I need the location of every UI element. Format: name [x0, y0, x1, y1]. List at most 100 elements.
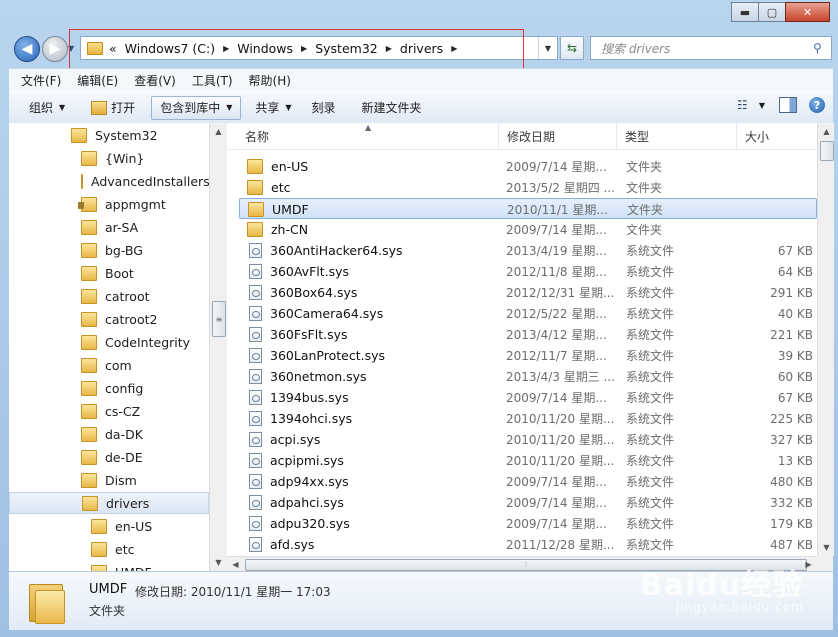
- tree-item[interactable]: de-DE: [9, 446, 209, 468]
- file-name: acpi.sys: [270, 432, 321, 447]
- system-file-icon: [249, 306, 262, 321]
- file-row[interactable]: 360Camera64.sys 2012/5/22 星期... 系统文件 40 KB: [239, 303, 817, 324]
- scrollbar-thumb[interactable]: [820, 141, 834, 161]
- burn-label: 刻录: [311, 101, 336, 115]
- large-folder-icon: [29, 580, 65, 624]
- tree-item[interactable]: drivers: [9, 492, 209, 514]
- file-date-cell: 2010/11/20 星期...: [506, 454, 615, 468]
- open-label: 打开: [111, 101, 136, 115]
- column-header-size[interactable]: 大小: [737, 123, 817, 149]
- file-row[interactable]: acpi.sys 2010/11/20 星期... 系统文件 327 KB: [239, 429, 817, 450]
- file-type-cell: 系统文件: [626, 244, 675, 258]
- refresh-button[interactable]: ⇆: [560, 36, 584, 60]
- column-header-date[interactable]: 修改日期: [499, 123, 617, 149]
- search-icon[interactable]: ⚲: [813, 41, 831, 55]
- back-button[interactable]: ◀: [14, 36, 40, 62]
- scroll-down-arrow-icon[interactable]: ▼: [818, 539, 835, 556]
- tree-item-label: CodeIntegrity: [105, 334, 191, 350]
- system-file-icon: [249, 369, 262, 384]
- file-row[interactable]: 1394bus.sys 2009/7/14 星期... 系统文件 67 KB: [239, 387, 817, 408]
- system-file-icon: [249, 348, 262, 363]
- menu-help[interactable]: 帮助(H): [249, 72, 291, 89]
- menu-view[interactable]: 查看(V): [134, 72, 176, 89]
- file-row[interactable]: 360netmon.sys 2013/4/3 星期三 ... 系统文件 60 KB: [239, 366, 817, 387]
- tree-item[interactable]: bg-BG: [9, 239, 209, 261]
- close-button[interactable]: ✕: [785, 2, 830, 22]
- menu-edit[interactable]: 编辑(E): [77, 72, 118, 89]
- tree-item[interactable]: catroot2: [9, 308, 209, 330]
- file-row[interactable]: 1394ohci.sys 2010/11/20 星期... 系统文件 225 KB: [239, 408, 817, 429]
- tree-item[interactable]: AdvancedInstallers: [9, 170, 209, 192]
- file-name: 360FsFlt.sys: [270, 327, 348, 342]
- include-in-library-button[interactable]: 包含到库中 ▼: [151, 95, 242, 120]
- tree-item[interactable]: catroot: [9, 285, 209, 307]
- file-row[interactable]: adp94xx.sys 2009/7/14 星期... 系统文件 480 KB: [239, 471, 817, 492]
- tree-item[interactable]: UMDF: [9, 561, 209, 571]
- file-date-cell: 2013/4/19 星期...: [506, 244, 607, 258]
- tree-item[interactable]: Dism: [9, 469, 209, 491]
- folder-icon: [81, 265, 97, 281]
- maximize-button[interactable]: ▢: [758, 2, 786, 22]
- chevron-down-icon: ▼: [59, 103, 66, 112]
- tree-item[interactable]: config: [9, 377, 209, 399]
- tree-item[interactable]: System32: [9, 124, 209, 146]
- file-row[interactable]: 360LanProtect.sys 2012/11/7 星期... 系统文件 39 K…: [239, 345, 817, 366]
- search-input[interactable]: 搜索 drivers ⚲: [590, 36, 832, 60]
- file-row[interactable]: 360FsFlt.sys 2013/4/12 星期... 系统文件 221 KB: [239, 324, 817, 345]
- file-name-cell: 360Box64.sys: [239, 282, 499, 303]
- file-row[interactable]: etc 2013/5/2 星期四 ... 文件夹: [239, 177, 817, 198]
- help-icon[interactable]: ?: [809, 97, 825, 113]
- file-name-cell: afd.sys: [239, 534, 499, 555]
- tree-item[interactable]: da-DK: [9, 423, 209, 445]
- file-row[interactable]: 360AvFlt.sys 2012/11/8 星期... 系统文件 64 KB: [239, 261, 817, 282]
- open-button[interactable]: 打开: [83, 97, 143, 119]
- menu-tools[interactable]: 工具(T): [192, 72, 233, 89]
- organize-button[interactable]: 组织 ▼: [21, 97, 73, 119]
- forward-button[interactable]: ▶: [42, 36, 68, 62]
- view-dropdown-icon[interactable]: ▼: [759, 101, 765, 110]
- file-list-vertical-scrollbar[interactable]: ▲ ▼: [817, 123, 834, 556]
- file-row[interactable]: afd.sys 2011/12/28 星期... 系统文件 487 KB: [239, 534, 817, 555]
- preview-pane-icon[interactable]: [779, 97, 797, 113]
- file-row[interactable]: en-US 2009/7/14 星期... 文件夹: [239, 156, 817, 177]
- view-list-icon[interactable]: ☷: [737, 98, 755, 112]
- file-name-cell: adp94xx.sys: [239, 471, 499, 492]
- share-button[interactable]: 共享 ▼: [247, 97, 299, 119]
- tree-item-label: config: [105, 380, 144, 396]
- tree-item[interactable]: en-US: [9, 515, 209, 537]
- tree-item[interactable]: ar-SA: [9, 216, 209, 238]
- file-date-cell: 2010/11/20 星期...: [506, 412, 615, 426]
- system-file-icon: [249, 453, 262, 468]
- file-row[interactable]: zh-CN 2009/7/14 星期... 文件夹: [239, 219, 817, 240]
- column-header-type[interactable]: 类型: [617, 123, 737, 149]
- navigation-scrollbar[interactable]: ▲ ≡ ▼: [209, 123, 227, 571]
- scroll-up-arrow-icon[interactable]: ▲: [210, 123, 227, 140]
- file-row[interactable]: adpu320.sys 2009/7/14 星期... 系统文件 179 KB: [239, 513, 817, 534]
- minimize-button[interactable]: ▬: [731, 2, 759, 22]
- file-row[interactable]: acpipmi.sys 2010/11/20 星期... 系统文件 13 KB: [239, 450, 817, 471]
- tree-item[interactable]: com: [9, 354, 209, 376]
- file-row[interactable]: UMDF 2010/11/1 星期... 文件夹: [239, 198, 817, 219]
- file-name-cell: 360AntiHacker64.sys: [239, 240, 499, 261]
- file-row[interactable]: 360Box64.sys 2012/12/31 星期... 系统文件 291 KB: [239, 282, 817, 303]
- tree-item-label: ar-SA: [105, 219, 139, 235]
- file-row[interactable]: adpahci.sys 2009/7/14 星期... 系统文件 332 KB: [239, 492, 817, 513]
- tree-item[interactable]: cs-CZ: [9, 400, 209, 422]
- menu-file[interactable]: 文件(F): [21, 72, 61, 89]
- scrollbar-thumb[interactable]: ≡: [212, 301, 226, 337]
- tree-item[interactable]: Boot: [9, 262, 209, 284]
- address-dropdown-button[interactable]: ▼: [538, 37, 557, 59]
- burn-button[interactable]: 刻录: [304, 97, 344, 119]
- scroll-down-arrow-icon[interactable]: ▼: [210, 554, 227, 571]
- scroll-up-arrow-icon[interactable]: ▲: [818, 123, 835, 140]
- tree-item[interactable]: appmgmt: [9, 193, 209, 215]
- tree-item[interactable]: etc: [9, 538, 209, 560]
- file-row[interactable]: 360AntiHacker64.sys 2013/4/19 星期... 系统文件 67…: [239, 240, 817, 261]
- folder-icon: [81, 288, 97, 304]
- tree-item[interactable]: CodeIntegrity: [9, 331, 209, 353]
- system-file-icon: [249, 537, 262, 552]
- file-name: 1394bus.sys: [270, 390, 349, 405]
- tree-item[interactable]: {Win}: [9, 147, 209, 169]
- file-name-cell: etc: [239, 177, 499, 198]
- new-folder-button[interactable]: 新建文件夹: [354, 97, 430, 119]
